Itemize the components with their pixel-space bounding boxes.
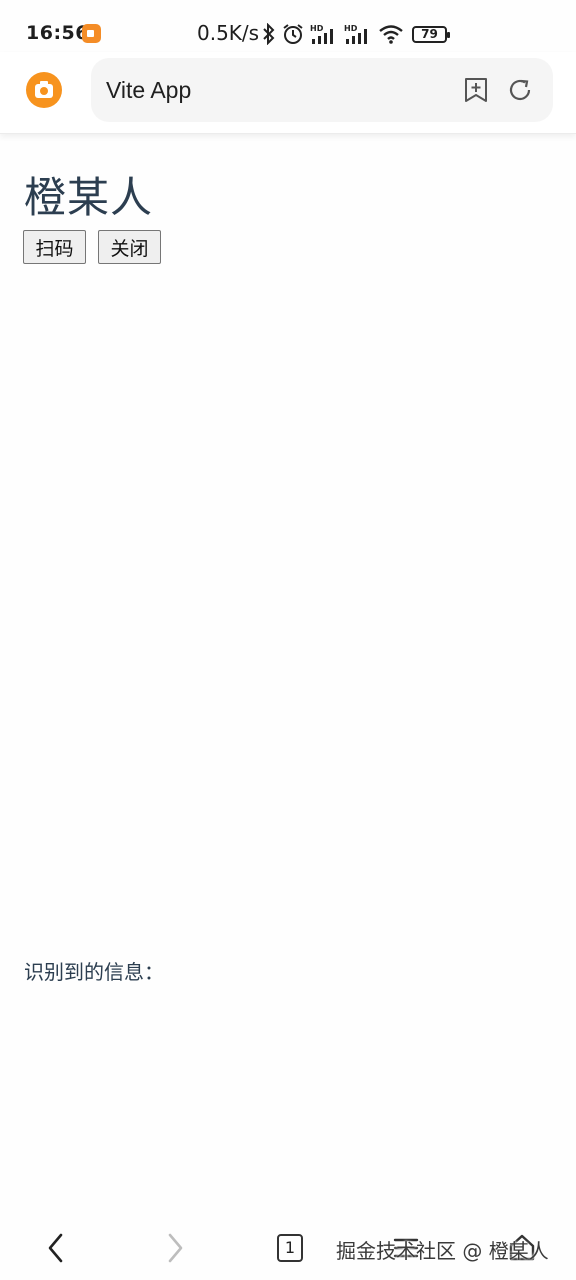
scan-button[interactable]: 扫码	[23, 230, 86, 264]
close-button[interactable]: 关闭	[98, 230, 161, 264]
address-bar[interactable]: Vite App	[91, 58, 553, 122]
forward-icon[interactable]	[163, 1232, 187, 1264]
hd-signal-icon: HD	[344, 24, 367, 44]
network-speed: 0.5K/s	[197, 21, 260, 45]
screen-record-icon	[82, 24, 101, 43]
status-icons: HD HD 79	[262, 21, 450, 47]
tabs-icon[interactable]: 1	[277, 1234, 303, 1262]
phone-screen: 16:56 0.5K/s HD HD 79 Vite App 橙某人 扫码 关闭…	[0, 0, 576, 1280]
svg-text:HD: HD	[310, 24, 324, 33]
battery-icon: 79	[412, 25, 450, 43]
back-icon[interactable]	[44, 1232, 68, 1264]
address-text[interactable]: Vite App	[106, 77, 191, 104]
browser-toolbar: Vite App	[0, 52, 576, 134]
status-bar: 16:56 0.5K/s HD HD 79	[0, 0, 576, 52]
bluetooth-icon	[263, 23, 275, 45]
page-content: 橙某人 扫码 关闭 识别到的信息：	[0, 134, 576, 1200]
status-time: 16:56	[26, 22, 89, 44]
svg-text:HD: HD	[344, 24, 358, 33]
wifi-icon	[379, 25, 403, 44]
page-title: 橙某人	[24, 173, 154, 222]
bookmark-add-icon[interactable]	[463, 77, 489, 103]
refresh-icon[interactable]	[507, 77, 533, 103]
result-label: 识别到的信息：	[24, 960, 164, 984]
hd-signal-icon: HD	[310, 24, 333, 44]
alarm-icon	[283, 24, 303, 44]
camera-logo-icon[interactable]	[26, 72, 62, 108]
watermark: 掘金技术社区 @ 橙某人	[336, 1239, 549, 1263]
